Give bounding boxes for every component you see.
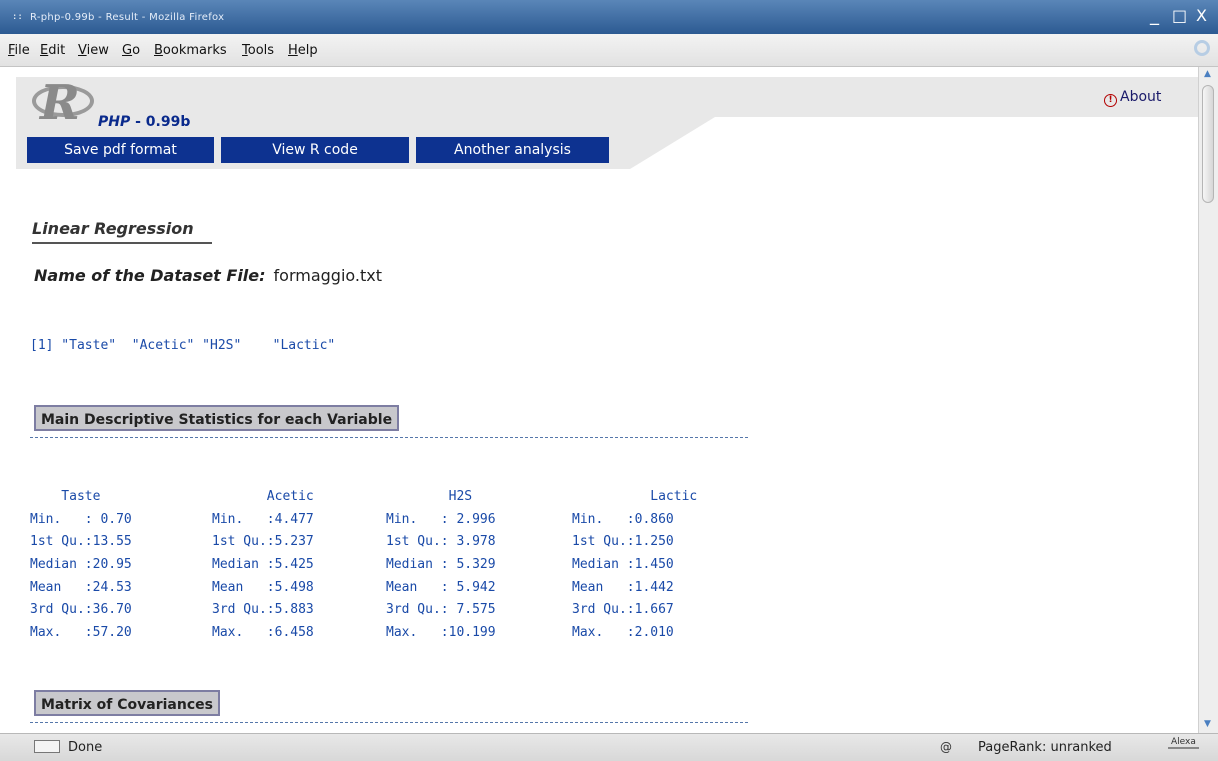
page-title: Linear Regression xyxy=(32,219,212,244)
table-cell: Mean : 5.942 xyxy=(386,579,496,595)
table-cell: 1st Qu.: 3.978 xyxy=(386,534,496,550)
table-cell: Min. :4.477 xyxy=(212,511,314,527)
dataset-value: formaggio.txt xyxy=(273,266,383,285)
table-cell: Median :5.425 xyxy=(212,556,314,572)
table-row: Max. :57.20 Max. :6.458 Max. :10.199 Max… xyxy=(30,621,732,644)
table-header-row: Taste Acetic H2S Lactic xyxy=(30,485,732,508)
table-cell: Min. :0.860 xyxy=(572,511,674,527)
table-cell: Mean :1.442 xyxy=(572,579,674,595)
at-icon[interactable]: @ xyxy=(940,740,952,754)
table-cell: Max. :2.010 xyxy=(572,624,674,640)
table-cell: Min. : 0.70 xyxy=(30,511,132,527)
page-header: R PHP - 0.99b Save pdf format View R cod… xyxy=(0,67,1198,177)
section-divider xyxy=(30,722,748,723)
close-button[interactable]: X xyxy=(1196,6,1207,26)
window-title-bar: :: R-php-0.99b - Result - Mozilla Firefo… xyxy=(0,0,1218,34)
column-header: Lactic xyxy=(572,488,698,504)
maximize-button[interactable]: □ xyxy=(1172,6,1187,26)
scroll-up-icon[interactable]: ▲ xyxy=(1204,69,1211,79)
menu-help[interactable]: Help xyxy=(288,43,318,58)
table-row: Median :20.95 Median :5.425 Median : 5.3… xyxy=(30,553,732,576)
scroll-down-icon[interactable]: ▼ xyxy=(1204,719,1211,729)
status-text: Done xyxy=(68,740,103,755)
page-content: R PHP - 0.99b Save pdf format View R cod… xyxy=(0,67,1198,733)
table-cell: Max. :10.199 xyxy=(386,624,496,640)
menu-go[interactable]: Go xyxy=(122,43,140,58)
menu-bar: File Edit View Go Bookmarks Tools Help xyxy=(0,34,1218,67)
brand-version: - 0.99b xyxy=(130,114,191,130)
about-link[interactable]: ! About xyxy=(1104,89,1161,107)
menu-bookmarks[interactable]: Bookmarks xyxy=(154,43,227,58)
descriptive-stats-table: Taste Acetic H2S Lactic Min. : 0.70 Min.… xyxy=(30,485,732,644)
vertical-scrollbar[interactable]: ▲ ▼ xyxy=(1198,67,1218,733)
table-cell: Max. :6.458 xyxy=(212,624,314,640)
connection-icon xyxy=(34,740,60,753)
table-cell: Median :20.95 xyxy=(30,556,132,572)
view-r-code-button[interactable]: View R code xyxy=(221,137,409,163)
section-divider xyxy=(30,437,748,438)
throbber-icon xyxy=(1194,40,1210,56)
table-cell: Median : 5.329 xyxy=(386,556,496,572)
pagerank-status[interactable]: PageRank: unranked xyxy=(978,740,1112,755)
info-icon: ! xyxy=(1104,94,1117,107)
column-header: H2S xyxy=(386,488,473,504)
column-header: Acetic xyxy=(212,488,314,504)
table-cell: 1st Qu.:5.237 xyxy=(212,534,314,550)
table-cell: Mean :5.498 xyxy=(212,579,314,595)
alexa-icon[interactable]: Alexa xyxy=(1168,737,1199,749)
table-row: 3rd Qu.:36.70 3rd Qu.:5.883 3rd Qu.: 7.5… xyxy=(30,598,732,621)
table-cell: 3rd Qu.:1.667 xyxy=(572,602,674,618)
table-cell: 1st Qu.:1.250 xyxy=(572,534,674,550)
table-cell: Median :1.450 xyxy=(572,556,674,572)
menu-view[interactable]: View xyxy=(78,43,109,58)
table-cell: 3rd Qu.:36.70 xyxy=(30,602,132,618)
table-cell: Mean :24.53 xyxy=(30,579,132,595)
grip-icon: :: xyxy=(12,12,23,22)
dataset-info: Name of the Dataset File: formaggio.txt xyxy=(34,266,382,285)
minimize-button[interactable]: _ xyxy=(1150,6,1159,26)
table-row: Mean :24.53 Mean :5.498 Mean : 5.942 Mea… xyxy=(30,576,732,599)
brand-name: PHP - 0.99b xyxy=(98,114,190,130)
dataset-label: Name of the Dataset File: xyxy=(34,266,266,285)
save-pdf-button[interactable]: Save pdf format xyxy=(27,137,214,163)
another-analysis-button[interactable]: Another analysis xyxy=(416,137,609,163)
table-row: Min. : 0.70 Min. :4.477 Min. : 2.996 Min… xyxy=(30,508,732,531)
column-header: Taste xyxy=(30,488,101,504)
table-cell: 3rd Qu.:5.883 xyxy=(212,602,314,618)
menu-edit[interactable]: Edit xyxy=(40,43,65,58)
table-cell: 3rd Qu.: 7.575 xyxy=(386,602,496,618)
section-descriptive-stats: Main Descriptive Statistics for each Var… xyxy=(34,405,400,431)
window-title: R-php-0.99b - Result - Mozilla Firefox xyxy=(30,12,225,23)
status-bar: Done @ PageRank: unranked Alexa xyxy=(0,733,1218,761)
about-label: About xyxy=(1120,89,1162,105)
variables-output: [1] "Taste" "Acetic" "H2S" "Lactic" xyxy=(30,338,336,353)
table-cell: 1st Qu.:13.55 xyxy=(30,534,132,550)
table-cell: Min. : 2.996 xyxy=(386,511,496,527)
r-logo: R xyxy=(40,75,80,131)
table-cell: Max. :57.20 xyxy=(30,624,132,640)
section-covariances: Matrix of Covariances xyxy=(34,690,220,716)
brand-php: PHP xyxy=(98,114,131,130)
scrollbar-thumb[interactable] xyxy=(1202,85,1214,203)
menu-tools[interactable]: Tools xyxy=(242,43,274,58)
menu-file[interactable]: File xyxy=(8,43,30,58)
table-row: 1st Qu.:13.55 1st Qu.:5.237 1st Qu.: 3.9… xyxy=(30,530,732,553)
